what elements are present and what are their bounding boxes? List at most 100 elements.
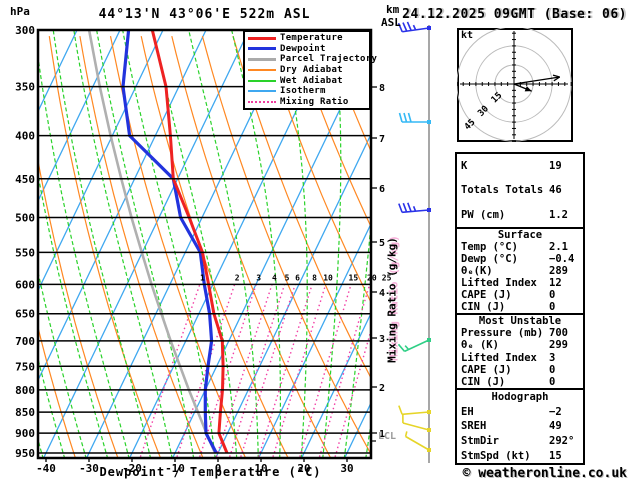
mixing-ratio-line bbox=[259, 284, 313, 456]
indices-row-label: Dewp (°C) bbox=[457, 253, 549, 265]
indices-section-title: Surface bbox=[457, 229, 583, 241]
pressure-tick-label: 900 bbox=[15, 427, 35, 440]
legend: TemperatureDewpointParcel TrajectoryDry … bbox=[243, 30, 371, 110]
indices-row-label: K bbox=[457, 160, 549, 172]
wet-adiabat-line bbox=[122, 24, 216, 459]
legend-item: Wet Adiabat bbox=[245, 76, 369, 86]
legend-line-sample bbox=[248, 101, 276, 103]
indices-row-value: 19 bbox=[549, 160, 583, 172]
indices-row-value: 3 bbox=[549, 352, 583, 364]
legend-line-sample bbox=[248, 80, 276, 82]
pressure-tick-label: 800 bbox=[15, 384, 35, 397]
indices-row-value: 15 bbox=[549, 450, 583, 462]
indices-row: CAPE (J)0 bbox=[457, 289, 583, 301]
indices-section: SurfaceTemp (°C)2.1Dewp (°C)−0.4θₑ(K)289… bbox=[457, 227, 583, 313]
legend-label: Wet Adiabat bbox=[280, 76, 343, 86]
legend-label: Parcel Trajectory bbox=[280, 54, 377, 64]
legend-label: Dry Adiabat bbox=[280, 65, 343, 75]
legend-item: Temperature bbox=[245, 33, 369, 43]
indices-row-value: 0 bbox=[549, 301, 583, 313]
wind-barb bbox=[399, 22, 431, 32]
indices-row: Lifted Index12 bbox=[457, 277, 583, 289]
station-title: 44°13'N 43°06'E 522m ASL bbox=[38, 7, 371, 22]
km-tick-label: 4 bbox=[379, 288, 385, 299]
indices-row: K19 bbox=[457, 154, 583, 178]
wind-barb bbox=[406, 431, 431, 452]
wind-barb bbox=[399, 406, 431, 415]
indices-row: Totals Totals46 bbox=[457, 178, 583, 202]
legend-line-sample bbox=[248, 37, 276, 40]
pressure-tick-label: 850 bbox=[15, 406, 35, 419]
indices-row: Lifted Index3 bbox=[457, 352, 583, 364]
mixing-ratio-line bbox=[335, 284, 384, 456]
indices-table: K19Totals Totals46PW (cm)1.2SurfaceTemp … bbox=[455, 152, 585, 465]
indices-row-value: 0 bbox=[549, 289, 583, 301]
pressure-tick-label: 950 bbox=[15, 447, 35, 460]
mixing-ratio-axis-label: Mixing Ratio (g/kg) bbox=[386, 237, 399, 363]
legend-item: Parcel Trajectory bbox=[245, 54, 369, 64]
indices-section-title: Most Unstable bbox=[457, 315, 583, 327]
indices-row: StmSpd (kt)15 bbox=[457, 448, 583, 463]
indices-row-label: Pressure (mb) bbox=[457, 327, 549, 339]
copyright: © weatheronline.co.uk bbox=[463, 466, 627, 481]
pressure-tick-label: 700 bbox=[15, 335, 35, 348]
indices-row-label: StmDir bbox=[457, 435, 549, 447]
indices-row-value: 700 bbox=[549, 327, 583, 339]
mixing-ratio-value: 8 bbox=[312, 273, 317, 282]
mixing-ratio-value: 6 bbox=[295, 273, 300, 282]
indices-row-label: SREH bbox=[457, 420, 549, 432]
pressure-tick-label: 650 bbox=[15, 308, 35, 321]
legend-line-sample bbox=[248, 90, 276, 92]
km-tick-label: 2 bbox=[379, 383, 385, 394]
indices-row-label: CIN (J) bbox=[457, 301, 549, 313]
indices-row-label: Lifted Index bbox=[457, 277, 549, 289]
indices-row-label: EH bbox=[457, 406, 549, 418]
skewt-sounding-app: 1234568101520253003504004505005506006507… bbox=[0, 0, 629, 486]
legend-label: Mixing Ratio bbox=[280, 97, 349, 107]
indices-row: Dewp (°C)−0.4 bbox=[457, 253, 583, 265]
indices-row-label: Totals Totals bbox=[457, 184, 549, 196]
pressure-tick-label: 350 bbox=[15, 81, 35, 94]
wind-barb bbox=[399, 203, 431, 213]
indices-row-value: −2 bbox=[549, 406, 583, 418]
mixing-ratio-line bbox=[140, 284, 199, 456]
indices-row: θₑ (K)299 bbox=[457, 339, 583, 351]
indices-row: CIN (J)0 bbox=[457, 376, 583, 388]
indices-row-label: Temp (°C) bbox=[457, 241, 549, 253]
pressure-tick-label: 550 bbox=[15, 246, 35, 259]
indices-section-title: Hodograph bbox=[457, 390, 583, 405]
legend-label: Dewpoint bbox=[280, 44, 326, 54]
indices-row: CIN (J)0 bbox=[457, 301, 583, 313]
altitude-axis-unit-sub: ASL bbox=[381, 16, 401, 29]
pressure-tick-label: 300 bbox=[15, 24, 35, 37]
altitude-axis-unit: km bbox=[386, 3, 399, 16]
indices-row: Temp (°C)2.1 bbox=[457, 241, 583, 253]
wet-adiabat-line bbox=[96, 24, 194, 459]
km-tick-label: 5 bbox=[379, 238, 385, 249]
mixing-ratio-value: 4 bbox=[272, 273, 277, 282]
indices-row: StmDir292° bbox=[457, 434, 583, 449]
indices-row-value: 1.2 bbox=[549, 209, 583, 221]
legend-label: Temperature bbox=[280, 33, 343, 43]
mixing-ratio-value: 15 bbox=[349, 273, 359, 282]
km-tick-label: 8 bbox=[379, 83, 385, 94]
indices-row-label: θₑ (K) bbox=[457, 339, 549, 351]
indices-section: K19Totals Totals46PW (cm)1.2 bbox=[457, 154, 583, 227]
indices-row-value: 2.1 bbox=[549, 241, 583, 253]
hodograph-unit-label: kt bbox=[461, 30, 473, 41]
indices-row-label: Lifted Index bbox=[457, 352, 549, 364]
pressure-tick-label: 500 bbox=[15, 211, 35, 224]
indices-row-value: 0 bbox=[549, 376, 583, 388]
indices-section: HodographEH−2SREH49StmDir292°StmSpd (kt)… bbox=[457, 388, 583, 463]
legend-line-sample bbox=[248, 58, 276, 61]
indices-row-value: 292° bbox=[549, 435, 583, 447]
indices-row-value: 49 bbox=[549, 420, 583, 432]
pressure-tick-label: 750 bbox=[15, 360, 35, 373]
dry-adiabat-line bbox=[600, 36, 629, 459]
indices-row-value: 46 bbox=[549, 184, 583, 196]
indices-row: PW (cm)1.2 bbox=[457, 203, 583, 227]
indices-row-value: −0.4 bbox=[549, 253, 583, 265]
legend-item: Isotherm bbox=[245, 86, 369, 96]
indices-row: CAPE (J)0 bbox=[457, 364, 583, 376]
datetime-title: 24.12.2025 09GMT (Base: 06) bbox=[402, 7, 627, 22]
